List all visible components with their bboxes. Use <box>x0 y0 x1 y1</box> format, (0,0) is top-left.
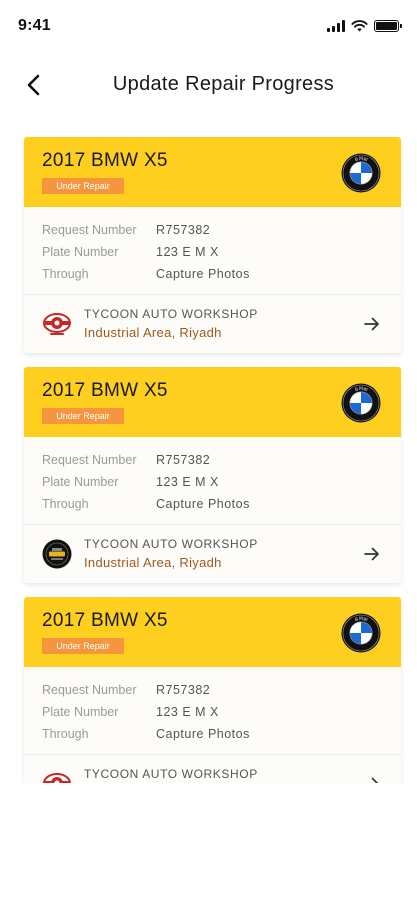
status-badge: Under Repair <box>42 638 124 654</box>
through-row: Through Capture Photos <box>42 723 383 745</box>
workshop-address: Industrial Area, Riyadh <box>84 325 222 340</box>
card-header: 2017 BMW X5 Under Repair B M W <box>24 597 401 667</box>
workshop-row[interactable]: TYCOON AUTO WORKSHOP Industrial Area, Ri… <box>24 295 401 353</box>
plate-number-value: 123 E M X <box>156 475 219 489</box>
status-badge: Under Repair <box>42 178 124 194</box>
battery-icon <box>374 20 402 32</box>
status-icons <box>327 20 402 32</box>
status-time: 9:41 <box>18 17 51 34</box>
through-value: Capture Photos <box>156 267 250 281</box>
repair-card[interactable]: 2017 BMW X5 Under Repair B M W Request N… <box>24 597 401 783</box>
plate-number-value: 123 E M X <box>156 705 219 719</box>
through-label: Through <box>42 267 89 281</box>
repair-card[interactable]: 2017 BMW X5 Under Repair B M W Request N… <box>24 137 401 353</box>
repair-list: 2017 BMW X5 Under Repair B M W Request N… <box>24 137 401 783</box>
workshop-name: TYCOON AUTO WORKSHOP <box>84 537 258 551</box>
status-bar: 9:41 <box>0 0 417 50</box>
through-value: Capture Photos <box>156 727 250 741</box>
through-label: Through <box>42 497 89 511</box>
cellular-signal-icon <box>327 20 345 32</box>
status-badge: Under Repair <box>42 408 124 424</box>
through-row: Through Capture Photos <box>42 263 383 285</box>
arrow-right-icon[interactable] <box>363 315 381 333</box>
request-number-label: Request Number <box>42 453 137 467</box>
request-number-value: R757382 <box>156 453 211 467</box>
plate-number-row: Plate Number 123 E M X <box>42 241 383 263</box>
bmw-logo-icon: B M W <box>341 153 381 193</box>
workshop-logo-icon <box>42 309 72 339</box>
plate-number-row: Plate Number 123 E M X <box>42 701 383 723</box>
bmw-logo-icon: B M W <box>341 613 381 653</box>
plate-number-label: Plate Number <box>42 245 119 259</box>
workshop-address: Industrial Area, Riyadh <box>84 555 222 570</box>
bmw-logo-icon: B M W <box>341 383 381 423</box>
arrow-right-icon[interactable] <box>363 775 381 783</box>
through-row: Through Capture Photos <box>42 493 383 515</box>
request-number-value: R757382 <box>156 223 211 237</box>
request-number-label: Request Number <box>42 223 137 237</box>
plate-number-label: Plate Number <box>42 475 119 489</box>
car-title: 2017 BMW X5 <box>42 150 168 171</box>
plate-number-row: Plate Number 123 E M X <box>42 471 383 493</box>
request-details: Request Number R757382 Plate Number 123 … <box>24 437 401 525</box>
workshop-row[interactable]: TYCOON AUTO WORKSHOP Industrial Area, Ri… <box>24 525 401 583</box>
workshop-row[interactable]: TYCOON AUTO WORKSHOP Industrial Area, Ri… <box>24 755 401 783</box>
repair-list-viewport[interactable]: 2017 BMW X5 Under Repair B M W Request N… <box>0 125 417 783</box>
request-details: Request Number R757382 Plate Number 123 … <box>24 667 401 755</box>
card-header: 2017 BMW X5 Under Repair B M W <box>24 137 401 207</box>
workshop-logo-icon <box>42 539 72 569</box>
page-title: Update Repair Progress <box>112 73 335 95</box>
through-label: Through <box>42 727 89 741</box>
plate-number-value: 123 E M X <box>156 245 219 259</box>
nav-bar: Update Repair Progress <box>0 60 417 110</box>
request-number-row: Request Number R757382 <box>42 219 383 241</box>
request-number-row: Request Number R757382 <box>42 679 383 701</box>
request-number-row: Request Number R757382 <box>42 449 383 471</box>
arrow-right-icon[interactable] <box>363 545 381 563</box>
card-header: 2017 BMW X5 Under Repair B M W <box>24 367 401 437</box>
car-title: 2017 BMW X5 <box>42 610 168 631</box>
plate-number-label: Plate Number <box>42 705 119 719</box>
car-title: 2017 BMW X5 <box>42 380 168 401</box>
wifi-icon <box>351 20 368 32</box>
workshop-name: TYCOON AUTO WORKSHOP <box>84 767 258 781</box>
request-number-value: R757382 <box>156 683 211 697</box>
workshop-name: TYCOON AUTO WORKSHOP <box>84 307 258 321</box>
repair-card[interactable]: 2017 BMW X5 Under Repair B M W Request N… <box>24 367 401 583</box>
request-details: Request Number R757382 Plate Number 123 … <box>24 207 401 295</box>
workshop-logo-icon <box>42 769 72 783</box>
through-value: Capture Photos <box>156 497 250 511</box>
request-number-label: Request Number <box>42 683 137 697</box>
